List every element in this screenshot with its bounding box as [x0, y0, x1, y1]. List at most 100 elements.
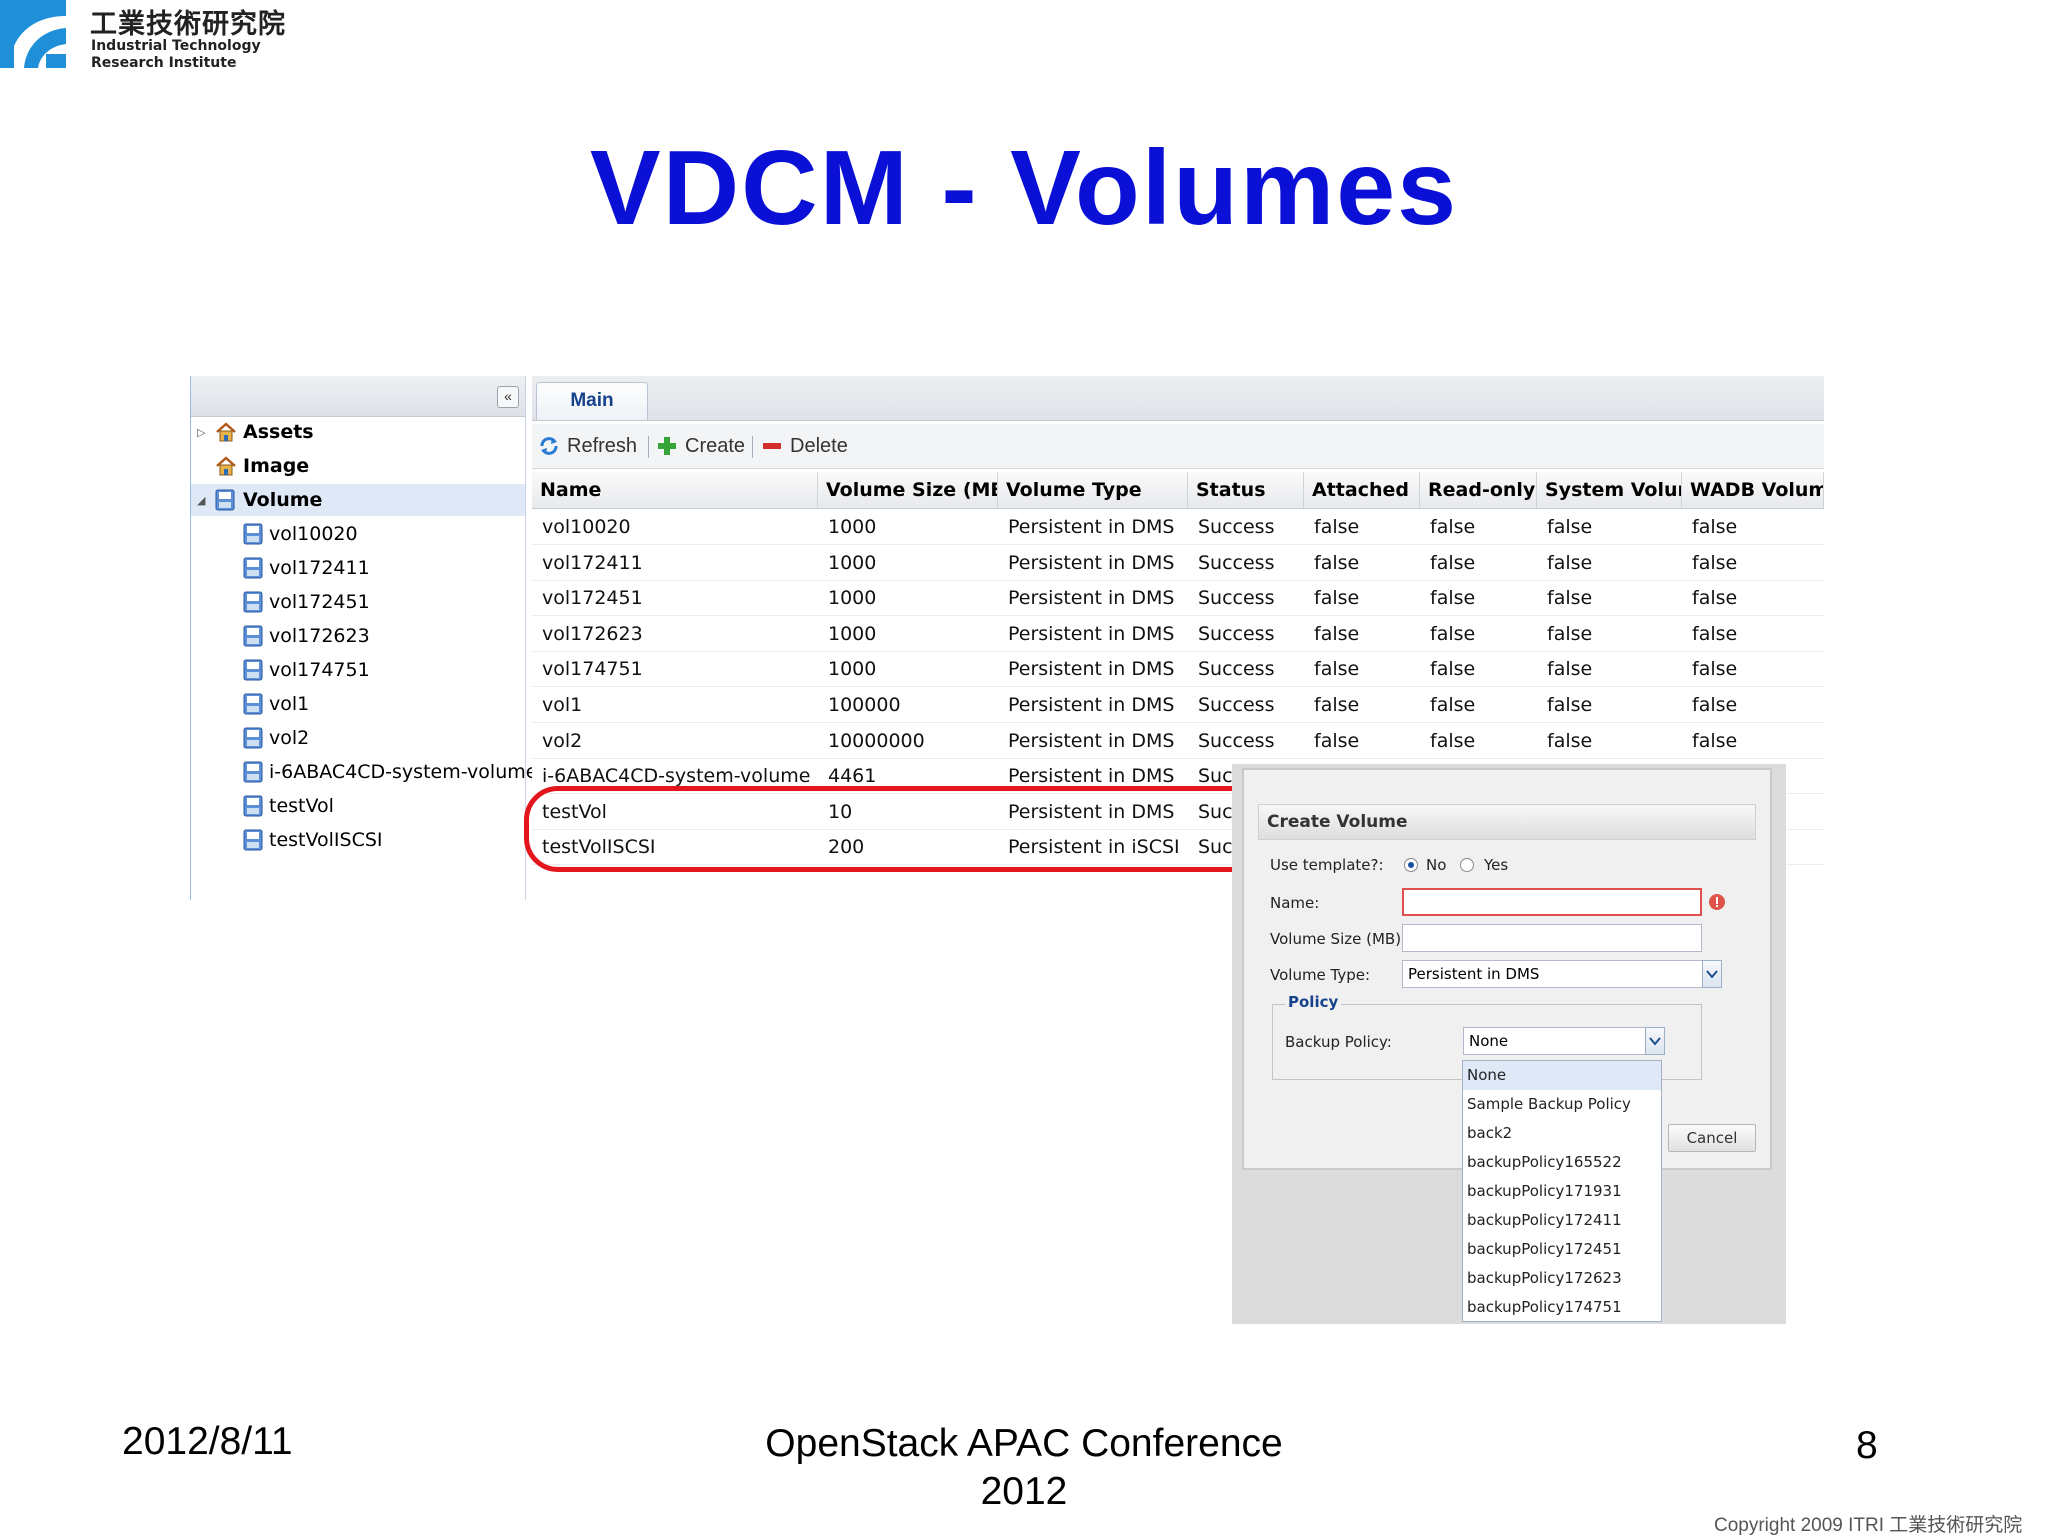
table-cell: Success: [1198, 729, 1275, 752]
collapse-panel-button[interactable]: «: [497, 386, 519, 408]
backup-policy-option[interactable]: backupPolicy172411: [1463, 1206, 1661, 1235]
table-row[interactable]: vol172623 1000 Persistent in DMS Success fal…: [532, 616, 1824, 652]
tree-item-vol172451[interactable]: vol172451: [191, 586, 525, 618]
table-row[interactable]: vol172411 1000 Persistent in DMS Success fal…: [532, 545, 1824, 581]
backup-policy-select[interactable]: None: [1463, 1027, 1665, 1055]
column-header[interactable]: WADB Volume: [1682, 472, 1824, 508]
table-cell: Success: [1198, 658, 1275, 681]
tree-item-vol10020[interactable]: vol10020: [191, 518, 525, 550]
table-cell: Success: [1198, 551, 1275, 574]
tree-item-image[interactable]: Image: [191, 450, 525, 482]
table-cell: Persistent in DMS: [1008, 800, 1175, 823]
table-cell: false: [1314, 622, 1360, 645]
column-header[interactable]: Name: [532, 472, 818, 508]
volume-size-input[interactable]: [1402, 924, 1702, 952]
tree-item-label: vol172623: [269, 625, 370, 647]
backup-policy-option[interactable]: backupPolicy172451: [1463, 1235, 1661, 1264]
table-cell: Persistent in DMS: [1008, 729, 1175, 752]
table-cell: false: [1692, 658, 1738, 681]
create-button[interactable]: Create: [656, 424, 745, 468]
tree-item-vol1[interactable]: vol1: [191, 688, 525, 720]
tree-item-label: Image: [243, 455, 310, 477]
tree-item-vol172623[interactable]: vol172623: [191, 620, 525, 652]
backup-policy-option[interactable]: backupPolicy174751: [1463, 1293, 1661, 1322]
tree-item-volume[interactable]: ◢ Volume: [191, 484, 525, 516]
table-row[interactable]: vol10020 1000 Persistent in DMS Success fals…: [532, 509, 1824, 545]
backup-policy-option[interactable]: backupPolicy171931: [1463, 1177, 1661, 1206]
backup-policy-option[interactable]: backupPolicy172623: [1463, 1264, 1661, 1293]
tree-item-label: vol2: [269, 727, 310, 749]
disk-icon: [243, 557, 263, 579]
tree-item-label: vol174751: [269, 659, 370, 681]
slide-title: VDCM - Volumes: [589, 129, 1459, 247]
refresh-button[interactable]: Refresh: [538, 424, 637, 468]
column-header[interactable]: System Volume: [1537, 472, 1682, 508]
dialog-title: Create Volume: [1267, 812, 1408, 832]
column-header[interactable]: Read-only: [1420, 472, 1537, 508]
tree-item-vol174751[interactable]: vol174751: [191, 654, 525, 686]
table-cell: Persistent in DMS: [1008, 765, 1175, 788]
table-cell: Persistent in iSCSI: [1008, 836, 1180, 859]
plus-icon: [658, 437, 676, 455]
tree-item-label: i-6ABAC4CD-system-volume: [269, 761, 538, 783]
house-icon: [215, 421, 237, 443]
tree-item-vol2[interactable]: vol2: [191, 722, 525, 754]
table-cell: false: [1547, 729, 1593, 752]
column-header[interactable]: Volume Type: [998, 472, 1188, 508]
house-icon: [215, 455, 237, 477]
name-input[interactable]: [1402, 888, 1702, 916]
dialog-header[interactable]: Create Volume: [1258, 804, 1756, 840]
use-template-no-radio[interactable]: [1404, 858, 1418, 872]
disk-icon: [243, 523, 263, 545]
tree-item-testvoliscsi[interactable]: testVolISCSI: [191, 824, 525, 856]
table-row[interactable]: vol172451 1000 Persistent in DMS Success fal…: [532, 580, 1824, 617]
table-cell: 1000: [828, 658, 877, 681]
table-row[interactable]: vol174751 1000 Persistent in DMS Success fal…: [532, 651, 1824, 688]
table-row[interactable]: vol1 100000 Persistent in DMS Success false f…: [532, 687, 1824, 723]
use-template-label: Use template?:: [1270, 856, 1384, 874]
delete-button[interactable]: Delete: [762, 424, 848, 468]
use-template-no-label: No: [1426, 856, 1447, 874]
table-row[interactable]: vol2 10000000 Persistent in DMS Success fals…: [532, 723, 1824, 759]
backup-policy-option[interactable]: back2: [1463, 1119, 1661, 1148]
backup-policy-value: None: [1469, 1032, 1509, 1050]
delete-label: Delete: [790, 434, 848, 457]
table-cell: 1000: [828, 516, 877, 538]
table-cell: 1000: [828, 551, 877, 574]
table-cell: Persistent in DMS: [1008, 658, 1175, 681]
table-cell: false: [1547, 622, 1593, 645]
table-cell: 4461: [828, 765, 877, 788]
disk-icon: [243, 625, 263, 647]
tree-item-i-6abac4cd-system-volume[interactable]: i-6ABAC4CD-system-volume: [191, 756, 537, 788]
column-header[interactable]: Status: [1188, 472, 1304, 508]
expand-arrow-icon[interactable]: ▷: [197, 426, 205, 439]
collapse-arrow-icon[interactable]: ◢: [197, 494, 205, 507]
volume-size-label: Volume Size (MB):: [1270, 930, 1407, 948]
table-cell: Success: [1198, 694, 1275, 716]
use-template-yes-radio[interactable]: [1460, 858, 1474, 872]
cancel-button[interactable]: Cancel: [1668, 1124, 1756, 1152]
backup-policy-dropdown-trigger[interactable]: [1645, 1027, 1665, 1055]
logo-english-line1: Industrial Technology: [91, 38, 261, 54]
tree-item-label: testVolISCSI: [269, 829, 383, 851]
tree-item-assets[interactable]: ▷ Assets: [191, 416, 525, 448]
volume-type-select[interactable]: Persistent in DMS: [1402, 960, 1722, 988]
backup-policy-option[interactable]: backupPolicy165522: [1463, 1148, 1661, 1177]
backup-policy-option[interactable]: None: [1463, 1061, 1661, 1090]
column-header[interactable]: Attached: [1304, 472, 1420, 508]
footer-conference: OpenStack APAC Conference 2012: [624, 1420, 1424, 1516]
disk-icon: [215, 489, 235, 511]
tree-item-testvol[interactable]: testVol: [191, 790, 525, 822]
table-cell: false: [1430, 729, 1476, 752]
table-cell: Success: [1198, 587, 1275, 610]
table-cell: false: [1547, 587, 1593, 610]
table-cell: vol174751: [542, 658, 643, 681]
volume-type-dropdown-trigger[interactable]: [1702, 960, 1722, 988]
tab-main[interactable]: Main: [536, 382, 648, 420]
tree-item-vol172411[interactable]: vol172411: [191, 552, 525, 584]
column-header[interactable]: Volume Size (MB): [818, 472, 998, 508]
backup-policy-option[interactable]: Sample Backup Policy: [1463, 1090, 1661, 1119]
name-label: Name:: [1270, 894, 1320, 912]
table-cell: vol172623: [542, 622, 643, 645]
use-template-yes-label: Yes: [1484, 856, 1509, 874]
